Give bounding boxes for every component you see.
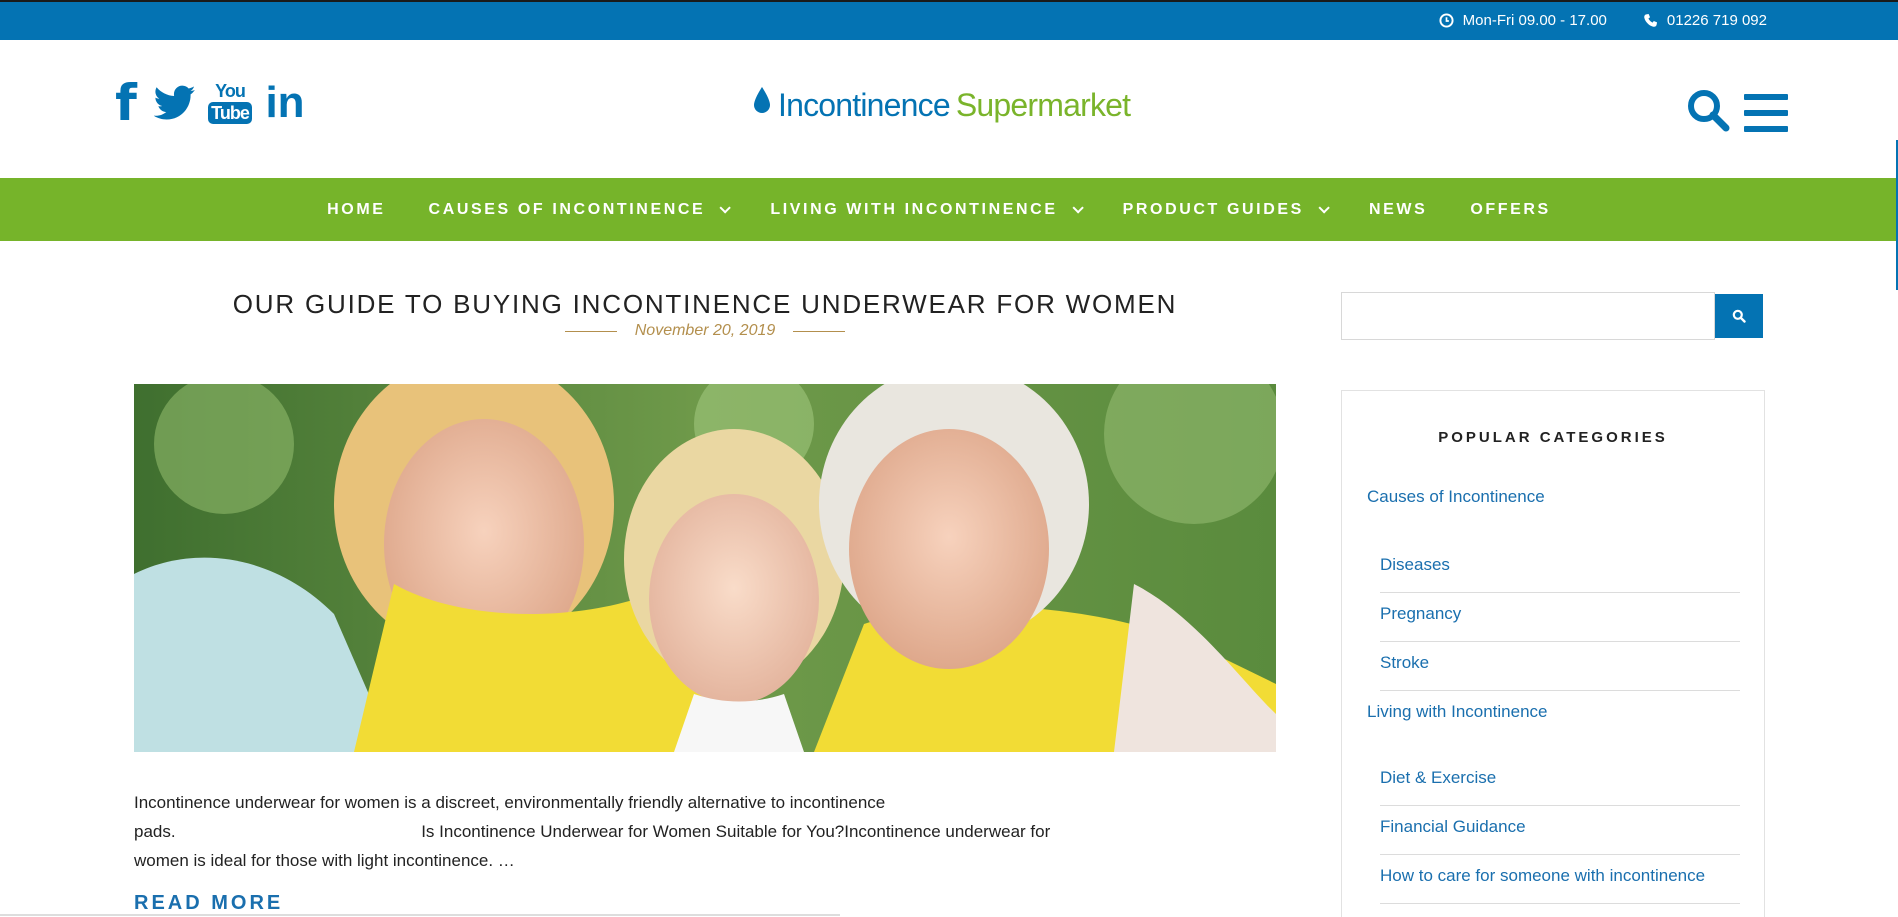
nav-causes-of-incontinence[interactable]: CAUSES OF INCONTINENCE bbox=[428, 200, 732, 219]
nav-label: NEWS bbox=[1368, 200, 1428, 218]
nav-label: PRODUCT GUIDES bbox=[1122, 200, 1304, 218]
search-icon bbox=[1732, 309, 1746, 323]
nav-news[interactable]: NEWS bbox=[1369, 201, 1427, 219]
category-pregnancy[interactable]: Pregnancy bbox=[1380, 604, 1740, 624]
category-care-for-someone[interactable]: How to care for someone with incontinenc… bbox=[1380, 866, 1740, 886]
nav-offers[interactable]: OFFERS bbox=[1470, 201, 1551, 219]
divider bbox=[793, 330, 846, 332]
divider bbox=[564, 330, 617, 332]
contact-info: Mon-Fri 09.00 - 17.00 01226 719 092 bbox=[1439, 12, 1767, 29]
category-diet-exercise[interactable]: Diet & Exercise bbox=[1380, 768, 1740, 788]
read-more-link[interactable]: READ MORE bbox=[134, 892, 283, 915]
youtube-tube-text: Tube bbox=[208, 102, 252, 124]
nav-home[interactable]: HOME bbox=[327, 201, 385, 219]
chevron-down-icon bbox=[1318, 201, 1330, 214]
youtube-icon[interactable]: You Tube bbox=[208, 80, 252, 126]
article-excerpt: Incontinence underwear for women is a di… bbox=[134, 788, 1264, 875]
nav-product-guides[interactable]: PRODUCT GUIDES bbox=[1122, 200, 1330, 219]
sidebar-search bbox=[1341, 292, 1763, 340]
logo-text-incontinence: Incontinence bbox=[778, 86, 951, 123]
divider bbox=[1380, 805, 1740, 806]
divider bbox=[1380, 690, 1740, 691]
excerpt-line: pads. Is Incontinence Underwear for Wome… bbox=[134, 822, 1051, 841]
divider bbox=[1380, 592, 1740, 593]
site-header: f You Tube in Incontinence Supermarket bbox=[0, 40, 1898, 178]
scroll-indicator bbox=[0, 914, 840, 916]
article-title[interactable]: OUR GUIDE TO BUYING INCONTINENCE UNDERWE… bbox=[134, 289, 1276, 320]
category-causes-of-incontinence[interactable]: Causes of Incontinence bbox=[1367, 487, 1545, 507]
twitter-icon[interactable] bbox=[154, 85, 196, 121]
chevron-down-icon bbox=[1072, 201, 1084, 214]
search-icon[interactable] bbox=[1686, 88, 1730, 137]
search-input[interactable] bbox=[1341, 292, 1715, 340]
category-diseases[interactable]: Diseases bbox=[1380, 555, 1740, 575]
divider bbox=[1380, 641, 1740, 642]
phone-icon bbox=[1643, 13, 1659, 29]
main-nav: HOME CAUSES OF INCONTINENCE LIVING WITH … bbox=[0, 178, 1898, 241]
article-date: November 20, 2019 bbox=[634, 322, 776, 339]
logo-text-supermarket: Supermarket bbox=[955, 86, 1131, 123]
widget-title: POPULAR CATEGORIES bbox=[1438, 429, 1668, 446]
divider bbox=[1380, 854, 1740, 855]
water-drop-icon bbox=[752, 86, 772, 124]
linkedin-icon[interactable]: in bbox=[264, 78, 306, 128]
category-financial-guidance[interactable]: Financial Guidance bbox=[1380, 817, 1740, 837]
category-living-with-incontinence[interactable]: Living with Incontinence bbox=[1367, 702, 1548, 722]
nav-label: OFFERS bbox=[1470, 200, 1551, 218]
excerpt-line: Incontinence underwear for women is a di… bbox=[134, 793, 886, 812]
divider bbox=[1380, 903, 1740, 904]
chevron-down-icon bbox=[719, 201, 732, 214]
top-info-bar: Mon-Fri 09.00 - 17.00 01226 719 092 bbox=[0, 0, 1898, 40]
category-stroke[interactable]: Stroke bbox=[1380, 653, 1740, 673]
clock-icon bbox=[1439, 13, 1455, 29]
opening-hours: Mon-Fri 09.00 - 17.00 bbox=[1462, 12, 1607, 29]
article-hero-image[interactable] bbox=[134, 384, 1276, 752]
youtube-you-text: You bbox=[215, 81, 246, 101]
header-actions bbox=[1686, 88, 1788, 137]
menu-icon[interactable] bbox=[1744, 93, 1788, 132]
article-date-row: November 20, 2019 bbox=[134, 322, 1276, 340]
facebook-icon[interactable]: f bbox=[112, 78, 140, 128]
popular-categories-widget: POPULAR CATEGORIES Causes of Incontinenc… bbox=[1341, 390, 1765, 917]
site-logo[interactable]: Incontinence Supermarket bbox=[752, 86, 1131, 124]
nav-label: HOME bbox=[327, 200, 386, 218]
nav-label: CAUSES OF INCONTINENCE bbox=[428, 200, 706, 218]
nav-label: LIVING WITH INCONTINENCE bbox=[770, 200, 1058, 218]
phone-number[interactable]: 01226 719 092 bbox=[1667, 12, 1767, 29]
social-links: f You Tube in bbox=[112, 78, 306, 128]
search-button[interactable] bbox=[1715, 294, 1763, 338]
excerpt-line: women is ideal for those with light inco… bbox=[134, 851, 515, 870]
nav-living-with-incontinence[interactable]: LIVING WITH INCONTINENCE bbox=[770, 200, 1084, 219]
